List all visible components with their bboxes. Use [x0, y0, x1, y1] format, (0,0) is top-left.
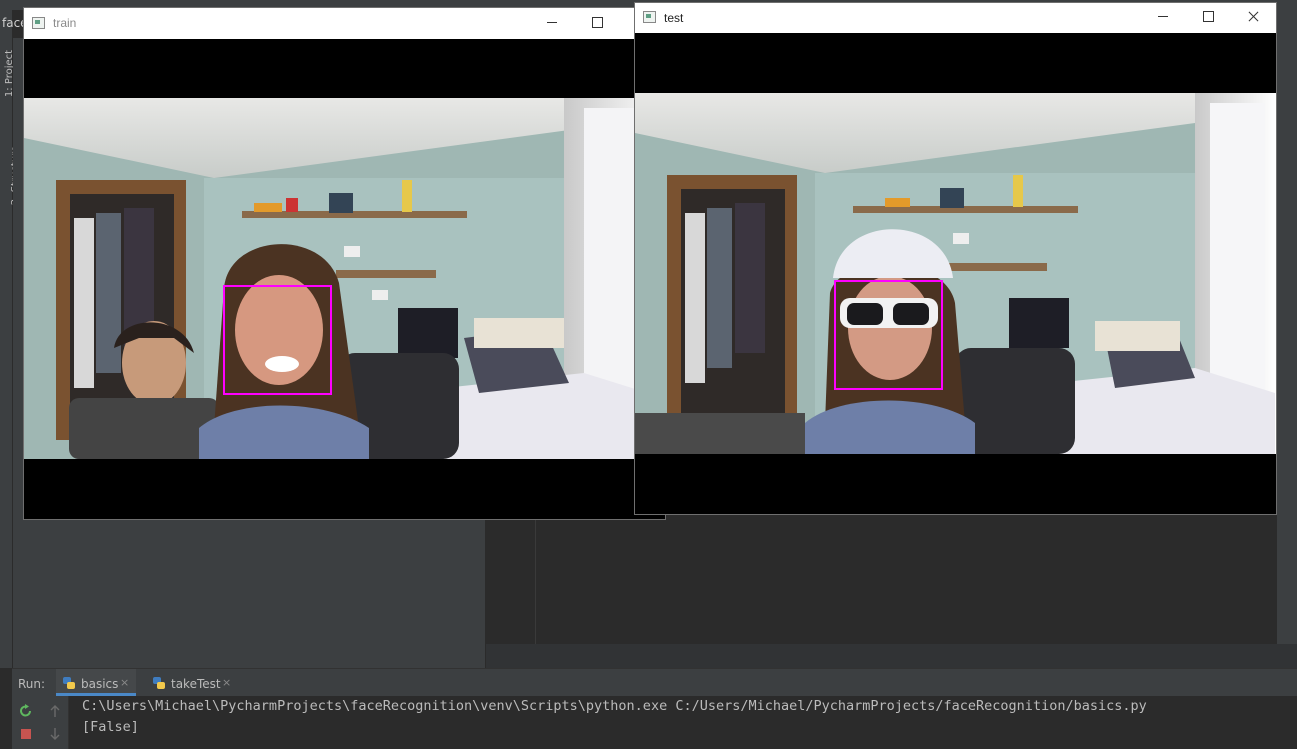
test-camera-frame — [635, 93, 1276, 454]
window-app-icon — [32, 17, 45, 29]
python-icon — [153, 677, 165, 689]
train-titlebar[interactable]: train — [24, 8, 665, 39]
train-window[interactable]: train — [24, 8, 665, 519]
console-output-line: [False] — [82, 719, 139, 735]
close-tab-icon[interactable]: × — [120, 676, 129, 689]
train-camera-frame — [24, 98, 665, 459]
stop-icon[interactable] — [20, 728, 32, 740]
test-face-box — [834, 280, 943, 390]
arrow-down-icon[interactable] — [48, 727, 62, 741]
run-toolbar — [12, 696, 69, 749]
minimize-icon[interactable] — [537, 11, 567, 35]
rerun-icon[interactable] — [19, 704, 33, 718]
tab-basics-label: basics — [81, 677, 119, 691]
maximize-icon[interactable] — [582, 11, 612, 35]
tab-takeTest-label: takeTest — [171, 677, 221, 691]
editor-footer — [486, 644, 1297, 668]
test-room-image — [635, 93, 1276, 454]
test-window[interactable]: test — [635, 3, 1276, 514]
tab-basics[interactable]: basics × — [56, 669, 136, 696]
run-label: Run: — [18, 677, 46, 691]
train-window-title: train — [53, 16, 77, 30]
tab-takeTest[interactable]: takeTest × — [146, 669, 238, 696]
window-app-icon — [643, 11, 656, 23]
train-room-image — [24, 98, 665, 459]
arrow-up-icon[interactable] — [48, 704, 62, 718]
close-tab-icon[interactable]: × — [222, 676, 231, 689]
test-titlebar[interactable]: test — [635, 3, 1276, 33]
run-tab-bar: Run: basics × takeTest × — [12, 668, 1297, 697]
ide-left-toolbar: 1: Project 2: Structure — [0, 10, 21, 668]
test-window-title: test — [664, 11, 684, 25]
console-command-line: C:\Users\Michael\PycharmProjects\faceRec… — [82, 698, 1147, 714]
close-icon[interactable] — [1238, 5, 1268, 29]
minimize-icon[interactable] — [1148, 5, 1178, 29]
ide-right-strip — [1277, 0, 1297, 644]
python-icon — [63, 677, 75, 689]
maximize-icon[interactable] — [1193, 5, 1223, 29]
train-face-box — [223, 285, 332, 395]
